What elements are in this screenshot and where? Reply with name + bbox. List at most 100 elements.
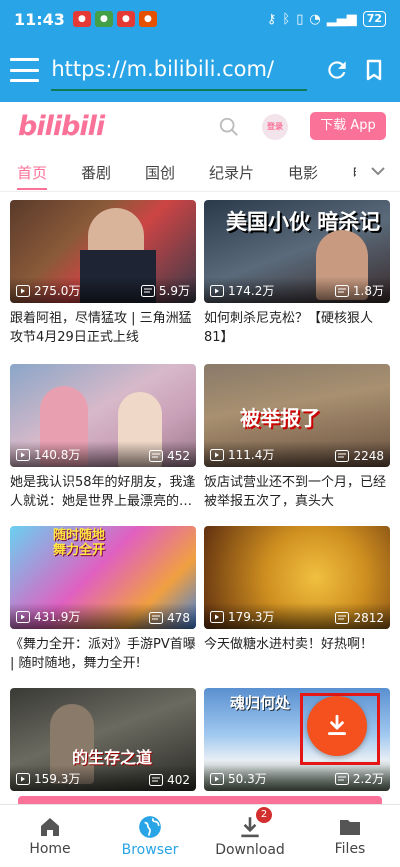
comment-count-text: 5.9万 xyxy=(158,284,190,298)
comment-count: 2248 xyxy=(335,449,384,463)
view-count: 50.3万 xyxy=(210,770,267,787)
app-notification-icon: ● xyxy=(72,11,91,27)
play-icon xyxy=(210,610,224,623)
tab-active-indicator xyxy=(17,188,47,190)
view-count-text: 431.9万 xyxy=(34,610,81,624)
thumbnail-caption: 随时随地 舞力全开 xyxy=(52,528,105,558)
bottom-navigation: Home Browser 2 Download Files xyxy=(0,804,400,867)
danmaku-icon xyxy=(149,612,164,624)
video-card[interactable]: 被举报了 111.4万 2248 饭店试营业还不到一个月，已经被举报五次了，真头… xyxy=(204,364,390,511)
thumbnail-caption: 被举报了 xyxy=(240,406,320,430)
browser-toolbar: https://m.bilibili.com/ xyxy=(0,38,400,102)
video-card[interactable]: 的生存之道 159.3万 402 xyxy=(10,688,196,791)
danmaku-icon xyxy=(149,450,164,462)
view-count: 431.9万 xyxy=(16,608,80,625)
tab-anime[interactable]: 番剧 xyxy=(81,162,111,183)
view-count: 179.3万 xyxy=(210,608,274,625)
thumbnail-caption: 魂归何处 xyxy=(230,694,291,712)
key-icon: ⚷ xyxy=(266,11,277,27)
chevron-down-icon[interactable] xyxy=(356,152,400,190)
comment-count: 2812 xyxy=(335,611,384,625)
video-thumbnail[interactable]: 179.3万 2812 xyxy=(204,526,390,629)
view-count-text: 159.3万 xyxy=(34,772,81,786)
video-card[interactable]: 140.8万 452 她是我认识58年的好朋友，我逢人就说：她是世界上最漂亮的… xyxy=(10,364,196,511)
video-thumbnail[interactable]: 275.0万 5.9万 xyxy=(10,200,196,303)
video-title[interactable]: 今天做糖水进村卖！好热啊！ xyxy=(204,635,390,673)
nav-home[interactable]: Home xyxy=(0,805,100,867)
refresh-icon[interactable] xyxy=(321,54,352,86)
status-time: 11:43 xyxy=(14,9,65,29)
globe-icon xyxy=(139,816,161,838)
play-icon xyxy=(210,772,224,785)
download-app-button[interactable]: 下载 App xyxy=(310,112,386,140)
status-bar: 11:43 ● ● ● ● ⚷ ᛒ ▯ ◔ ▂▄▆ 72 xyxy=(0,0,400,38)
danmaku-icon xyxy=(149,774,164,786)
play-icon xyxy=(210,284,224,297)
video-title[interactable]: 《舞力全开：派对》手游PV首曝 | 随时随地，舞力全开! xyxy=(10,635,196,673)
play-icon xyxy=(16,610,30,623)
video-title[interactable]: 饭店试营业还不到一个月，已经被举报五次了，真头大 xyxy=(204,473,390,511)
video-thumbnail[interactable]: 被举报了 111.4万 2248 xyxy=(204,364,390,467)
floating-download-button[interactable] xyxy=(307,696,367,756)
view-count: 174.2万 xyxy=(210,282,274,299)
video-title[interactable]: 如何刺杀尼克松？【硬核狠人81】 xyxy=(204,309,390,347)
url-bar[interactable]: https://m.bilibili.com/ xyxy=(51,49,308,91)
tab-documentary[interactable]: 纪录片 xyxy=(209,162,254,183)
download-icon xyxy=(328,714,346,735)
folder-icon xyxy=(340,820,360,835)
home-icon xyxy=(41,818,59,836)
comment-count-text: 2812 xyxy=(353,611,384,625)
nav-files[interactable]: Files xyxy=(300,805,400,867)
nav-browser-label: Browser xyxy=(121,842,179,858)
nav-download-label: Download xyxy=(215,842,285,858)
danmaku-icon xyxy=(335,612,350,624)
site-header: bilibili 登录 下载 App xyxy=(0,102,400,150)
play-icon xyxy=(16,284,30,297)
view-count-text: 275.0万 xyxy=(34,284,81,298)
app-notification-icon: ● xyxy=(138,11,157,27)
video-title[interactable]: 她是我认识58年的好朋友，我逢人就说：她是世界上最漂亮的… xyxy=(10,473,196,511)
view-count-text: 50.3万 xyxy=(228,772,267,786)
category-tabs: 首页 番剧 国创 纪录片 电影 电 xyxy=(0,152,400,192)
bilibili-logo[interactable]: bilibili xyxy=(18,111,105,142)
video-card[interactable]: 275.0万 5.9万 跟着阿祖，尽情猛攻 | 三角洲猛攻节4月29日正式上线 xyxy=(10,200,196,347)
comment-count: 478 xyxy=(149,611,190,625)
comment-count: 1.8万 xyxy=(334,282,384,299)
download-count-badge: 2 xyxy=(256,807,272,823)
play-icon xyxy=(210,448,224,461)
bookmark-icon[interactable] xyxy=(359,54,390,86)
video-card[interactable]: 美国小伙 暗杀记 174.2万 1.8万 如何刺杀尼克松？【硬核狠人81】 xyxy=(204,200,390,347)
video-thumbnail[interactable]: 随时随地 舞力全开 431.9万 478 xyxy=(10,526,196,629)
open-app-banner[interactable] xyxy=(18,796,382,804)
view-count: 140.8万 xyxy=(16,446,80,463)
video-thumbnail[interactable]: 140.8万 452 xyxy=(10,364,196,467)
video-card[interactable]: 随时随地 舞力全开 431.9万 478 《舞力全开：派对》手游PV首曝 | 随… xyxy=(10,526,196,673)
view-count-text: 179.3万 xyxy=(228,610,275,624)
play-icon xyxy=(16,448,30,461)
comment-count-text: 2.2万 xyxy=(352,772,384,786)
url-text[interactable]: https://m.bilibili.com/ xyxy=(51,57,274,81)
danmaku-icon xyxy=(140,284,155,297)
nav-download[interactable]: 2 Download xyxy=(200,805,300,867)
comment-count: 2.2万 xyxy=(334,770,384,787)
comment-count: 5.9万 xyxy=(140,282,190,299)
menu-icon[interactable] xyxy=(10,58,40,82)
login-button[interactable]: 登录 xyxy=(262,114,288,140)
video-title[interactable]: 跟着阿祖，尽情猛攻 | 三角洲猛攻节4月29日正式上线 xyxy=(10,309,196,347)
nav-browser[interactable]: Browser xyxy=(100,805,200,867)
view-count-text: 111.4万 xyxy=(228,448,275,462)
tab-movie[interactable]: 电影 xyxy=(288,162,318,183)
battery-icon: 72 xyxy=(362,11,386,27)
comment-count: 452 xyxy=(149,449,190,463)
video-thumbnail[interactable]: 的生存之道 159.3万 402 xyxy=(10,688,196,791)
comment-count-text: 478 xyxy=(167,611,190,625)
video-card[interactable]: 179.3万 2812 今天做糖水进村卖！好热啊！ xyxy=(204,526,390,673)
video-thumbnail[interactable]: 美国小伙 暗杀记 174.2万 1.8万 xyxy=(204,200,390,303)
tab-home[interactable]: 首页 xyxy=(17,162,47,183)
wifi-icon: ◔ xyxy=(309,11,321,27)
search-icon[interactable] xyxy=(218,116,240,142)
bluetooth-icon: ᛒ xyxy=(282,11,291,27)
app-notification-icon: ● xyxy=(116,11,135,27)
tab-guochuang[interactable]: 国创 xyxy=(145,162,175,183)
danmaku-icon xyxy=(334,284,349,297)
